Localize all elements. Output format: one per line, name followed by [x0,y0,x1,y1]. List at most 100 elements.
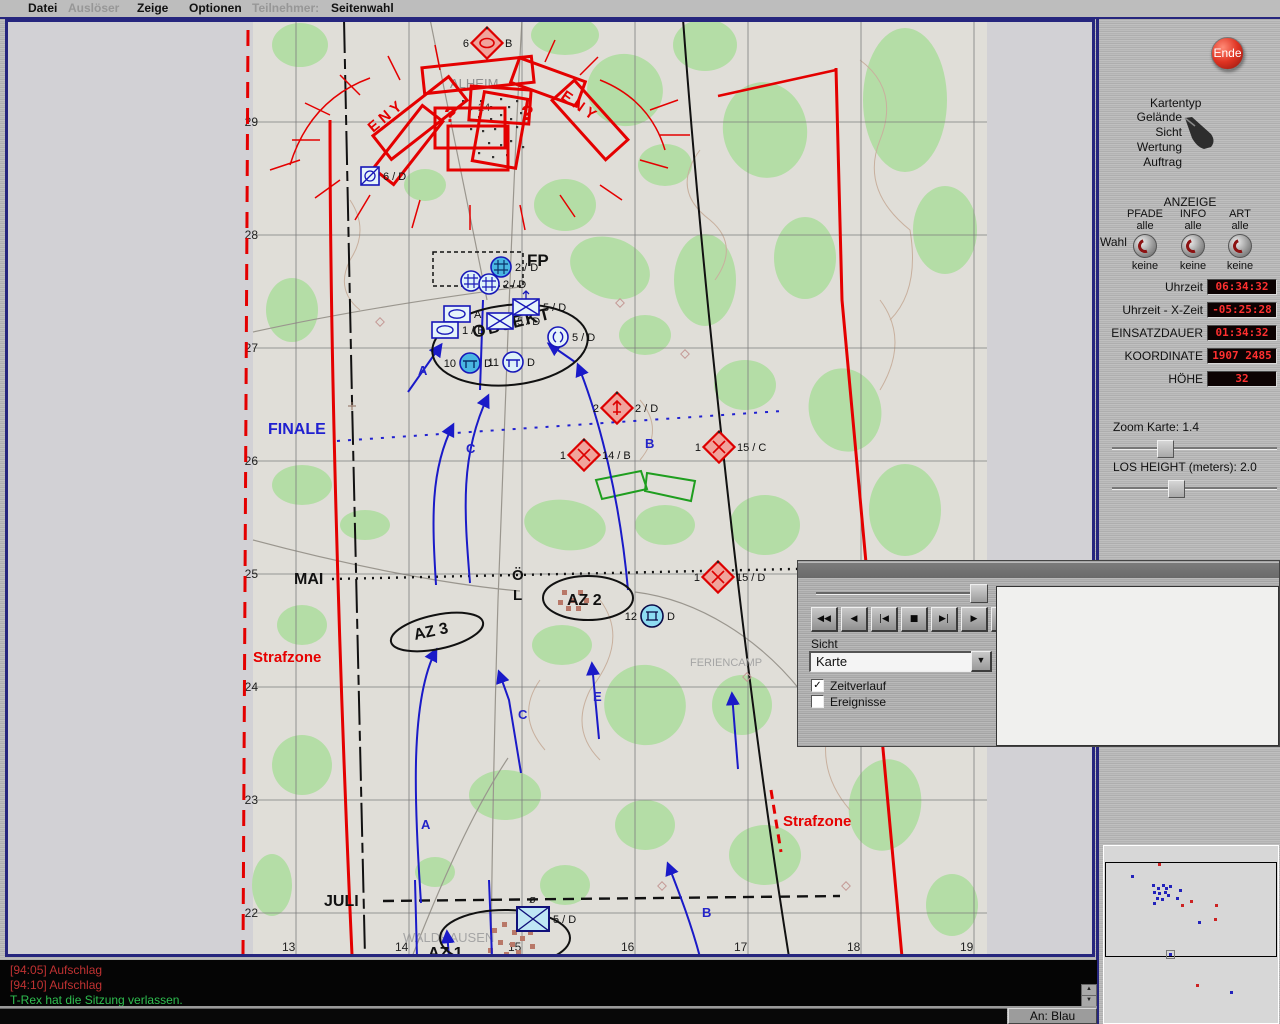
oe-label: Ö [512,567,524,584]
knob-keine-label: keine [1118,260,1172,272]
checkbox-zeitverlauf[interactable]: ✓ Zeitverlauf [811,678,886,693]
menu-bar: DateiAuslöserZeigeOptionenTeilnehmer:Sei… [0,0,1280,17]
kartentyp-pointer-icon[interactable] [1183,116,1225,158]
los-height-label: LOS HEIGHT (meters): 2.0 [1113,460,1257,474]
svg-text:2 / D: 2 / D [635,403,658,415]
playback-panel-titlebar[interactable] [798,563,1279,578]
minimap-unit-dot-red [1158,863,1161,866]
minimap-unit-dot-blue [1167,894,1170,897]
minimap-unit-dot-blue [1230,991,1233,994]
sidebar-divider [1096,19,1099,1024]
chat-target-button[interactable]: An: Blau [1008,1008,1097,1024]
anzeige-knob-col-pfade: PFADEallekeine [1118,208,1172,272]
svg-text:1 / B: 1 / B [462,325,485,337]
kartentyp-option-sicht[interactable]: Sicht [1100,125,1182,140]
knob-alle-label: alle [1166,220,1220,232]
minimap-unit-dot-red [1214,918,1217,921]
svg-text:2: 2 [593,403,599,415]
svg-text:2 / D: 2 / D [515,262,538,274]
checkbox-box-icon[interactable]: ✓ [811,679,824,692]
timeline-slider[interactable] [816,592,984,595]
unit-symbol-rect-ellipse[interactable]: A [444,306,482,322]
timeline-slider-thumb[interactable] [970,584,988,603]
menu-item-auslöser: Auslöser [68,1,119,15]
playback-button-3[interactable]: ■ [901,607,928,632]
minimap-unit-dot-blue [1169,953,1172,956]
svg-text:10: 10 [444,358,456,370]
minimap-unit-dot-blue [1161,898,1164,901]
svg-text:23: 23 [245,793,259,807]
minimap-unit-dot-blue [1156,897,1159,900]
readout-uhrzeit: Uhrzeit06:34:32 [1165,279,1277,294]
minimap-unit-dot-red [1215,904,1218,907]
anzeige-section: ANZEIGE Wahl PFADEallekeineINFOallekeine… [1100,195,1280,277]
sicht-label: Sicht [811,637,838,651]
los-height-slider-thumb[interactable] [1168,480,1185,498]
minimap-unit-dot-red [1181,904,1184,907]
checkbox-ereignisse[interactable]: Ereignisse [811,694,886,709]
enemy-question-2: ? [521,102,534,125]
los-height-slider[interactable] [1112,487,1277,490]
knob-keine-label: keine [1213,260,1267,272]
readout-value: 06:34:32 [1207,279,1277,295]
zoom-karte-label: Zoom Karte: 1.4 [1113,420,1199,434]
checkbox-box-icon[interactable] [811,695,824,708]
map-canvas[interactable]: {"":""} [5,19,1095,957]
svg-text:13: 13 [282,940,296,954]
svg-text:14 / B: 14 / B [602,450,631,462]
svg-text:D: D [527,357,535,369]
event-listbox[interactable] [996,586,1279,746]
zoom-karte-slider[interactable] [1112,447,1277,450]
svg-text:B: B [702,905,711,920]
menu-item-zeige[interactable]: Zeige [137,1,168,15]
svg-text:1: 1 [695,442,701,454]
pfade-knob-icon[interactable] [1133,234,1157,258]
checkbox-label: Zeitverlauf [830,679,886,693]
phase-line-mai-label: MAI [294,571,323,588]
playback-button-0[interactable]: ◀◀ [811,607,838,632]
kartentyp-option-gelände[interactable]: Gelände [1100,110,1182,125]
sicht-dropdown[interactable]: Karte [809,651,977,672]
kartentyp-option-auftrag[interactable]: Auftrag [1100,155,1182,170]
readout-label: HÖHE [1168,372,1203,386]
playback-button-2[interactable]: |◀ [871,607,898,632]
place-feriencamp: FERIENCAMP [690,657,762,669]
info-knob-icon[interactable] [1181,234,1205,258]
kartentyp-option-wertung[interactable]: Wertung [1100,140,1182,155]
ende-button[interactable]: Ende [1211,37,1244,70]
svg-text:17: 17 [734,940,748,954]
unit-symbol-circle-grid[interactable] [461,271,481,291]
anzeige-title: ANZEIGE [1100,195,1280,209]
readout-label: Uhrzeit - X-Zeit [1122,303,1203,317]
console-message: [94:10] Aufschlag [10,978,183,993]
svg-text:A: A [474,309,482,321]
svg-text:2 / D: 2 / D [503,279,526,291]
kartentyp-title: Kartentyp [1150,96,1201,110]
readout-label: KOORDINATE [1125,349,1203,363]
svg-text:6: 6 [463,38,469,50]
minimap[interactable] [1103,845,1279,1024]
svg-text:15 / C: 15 / C [737,442,766,454]
sicht-dropdown-arrow-icon[interactable]: ▼ [971,651,992,672]
zoom-karte-slider-thumb[interactable] [1157,440,1174,458]
svg-text:5 / D: 5 / D [572,332,595,344]
message-console[interactable]: [94:05] Aufschlag[94:10] AufschlagT-Rex … [0,960,1097,1006]
anzeige-knob-col-info: INFOallekeine [1166,208,1220,272]
svg-text:22: 22 [245,906,259,920]
playback-button-5[interactable]: ▶ [961,607,988,632]
art-knob-icon[interactable] [1228,234,1252,258]
playback-button-4[interactable]: ▶| [931,607,958,632]
console-message: [94:05] Aufschlag [10,963,183,978]
chat-input[interactable] [0,1008,1007,1024]
svg-text:ø: ø [529,894,536,906]
menu-item-datei[interactable]: Datei [28,1,57,15]
readout-value: 1907 2485 [1207,348,1277,364]
map-window[interactable]: {"":""} [5,19,1095,957]
playback-button-1[interactable]: ◀ [841,607,868,632]
minimap-unit-dot-blue [1198,921,1201,924]
unit-symbol-rect-ellipse[interactable]: 1 / B [432,322,485,338]
console-lines: [94:05] Aufschlag[94:10] AufschlagT-Rex … [10,963,183,1008]
menu-item-optionen[interactable]: Optionen [189,1,242,15]
menu-item-seitenwahl[interactable]: Seitenwahl [331,1,394,15]
svg-text:24: 24 [245,680,259,694]
